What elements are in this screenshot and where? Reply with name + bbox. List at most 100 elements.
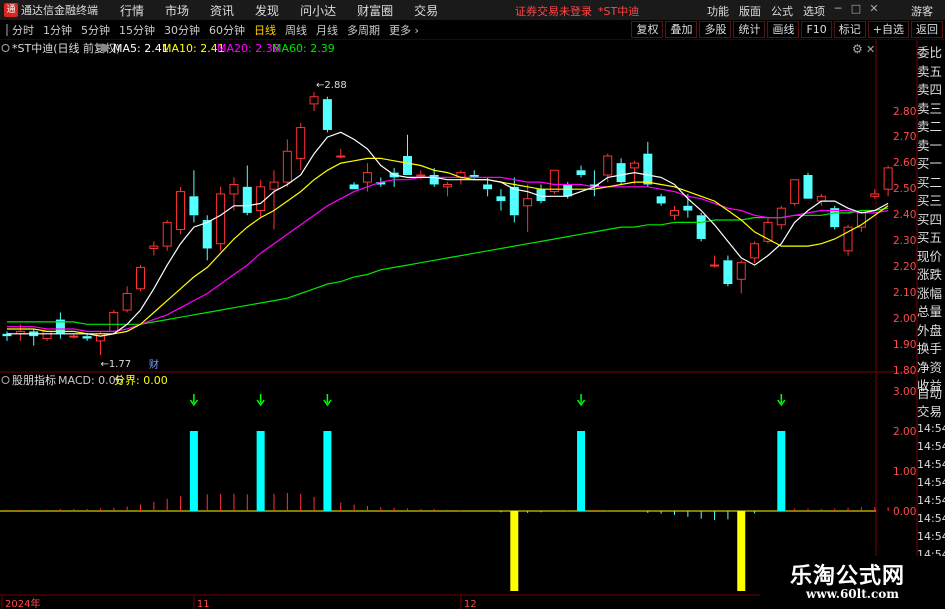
ma-settings-icon[interactable] <box>100 44 109 52</box>
candle-body <box>883 167 893 190</box>
candle-body <box>629 162 639 169</box>
ma-line-ma5 <box>7 131 889 337</box>
side-bid4[interactable]: 买四 <box>917 211 945 230</box>
tab-more-label: 更多 <box>389 23 411 37</box>
menu-options[interactable]: 选项 <box>803 3 825 19</box>
side-ask4[interactable]: 卖四 <box>917 81 945 100</box>
guest-label[interactable]: 游客 <box>911 3 933 19</box>
side-ask1[interactable]: 卖一 <box>917 137 945 156</box>
side-bid5[interactable]: 买五 <box>917 229 945 248</box>
tab-intraday[interactable]: 分时 <box>12 22 34 38</box>
side-bid3[interactable]: 买三 <box>917 192 945 211</box>
buy-arrow-icon <box>323 394 332 407</box>
back-button[interactable]: 返回 <box>911 21 943 38</box>
tab-30min[interactable]: 30分钟 <box>164 22 200 38</box>
overlay-button[interactable]: 叠加 <box>665 21 698 38</box>
indicator-title: 股朋指标 <box>12 373 56 387</box>
menu-news[interactable]: 资讯 <box>210 2 234 19</box>
candle <box>656 193 666 206</box>
side-price[interactable]: 现价 <box>917 248 945 267</box>
f10-button[interactable]: F10 <box>801 21 832 38</box>
menu-wealth-circle[interactable]: 财富圈 <box>357 2 393 19</box>
side-bid2[interactable]: 买二 <box>917 174 945 193</box>
main-panel-collapse-icon[interactable] <box>1 44 10 52</box>
candle-body <box>176 191 186 230</box>
menu-ask[interactable]: 问小达 <box>300 2 336 19</box>
statistics-button[interactable]: 统计 <box>733 21 766 38</box>
menu-layout[interactable]: 版面 <box>739 3 761 19</box>
menu-trade[interactable]: 交易 <box>414 2 438 19</box>
candle-body <box>122 292 132 311</box>
candle-body <box>603 155 613 176</box>
candle <box>683 193 693 218</box>
low-price-label: ←1.77 <box>100 359 131 370</box>
tab-1min[interactable]: 1分钟 <box>43 22 72 38</box>
side-turnover[interactable]: 换手 <box>917 340 945 359</box>
chart-close-icon[interactable]: ✕ <box>866 43 875 56</box>
chevron-right-icon: › <box>411 23 419 37</box>
menu-formula[interactable]: 公式 <box>771 3 793 19</box>
legend-ma20: MA20: 2.38 <box>217 42 280 55</box>
side-ask3[interactable]: 卖三 <box>917 100 945 119</box>
candle <box>816 193 826 206</box>
candle-body <box>563 184 573 197</box>
indicator-collapse-icon[interactable] <box>1 376 10 384</box>
indicator-tick: 1.00 <box>893 466 916 478</box>
mark-button[interactable]: 标记 <box>833 21 866 38</box>
candle <box>830 205 840 230</box>
time-axis: 2024年 11 12 <box>1 596 477 609</box>
indicator-tick: 2.00 <box>893 426 916 438</box>
side-outer-volume[interactable]: 外盘 <box>917 322 945 341</box>
candle-body <box>256 186 266 212</box>
chart-settings-icon[interactable]: ⚙ <box>852 42 863 56</box>
candle <box>723 255 733 287</box>
candle <box>710 255 720 268</box>
tab-weekly[interactable]: 周线 <box>285 22 307 38</box>
restore-rights-button[interactable]: 复权 <box>631 21 664 38</box>
menu-function[interactable]: 功能 <box>707 3 729 19</box>
candle <box>55 312 65 339</box>
tab-15min[interactable]: 15分钟 <box>119 22 155 38</box>
side-bid1[interactable]: 买一 <box>917 155 945 174</box>
candle-body <box>750 243 760 259</box>
price-tick: 2.20 <box>893 261 916 273</box>
minimize-icon[interactable]: ─ <box>831 2 845 15</box>
candle-body <box>443 183 453 188</box>
side-change[interactable]: 涨跌 <box>917 266 945 285</box>
menu-discover[interactable]: 发现 <box>255 2 279 19</box>
close-icon[interactable]: ✕ <box>867 2 881 15</box>
candle-body <box>683 205 693 211</box>
side-ask2[interactable]: 卖二 <box>917 118 945 137</box>
tab-more[interactable]: 更多 › <box>389 22 419 38</box>
tab-monthly[interactable]: 月线 <box>316 22 338 38</box>
maximize-icon[interactable]: □ <box>849 2 863 15</box>
candle-body <box>723 260 733 285</box>
chart-svg[interactable]: *ST中迪(日线 前复权) MA5: 2.41 MA10: 2.41 MA20:… <box>0 40 945 609</box>
add-watchlist-button[interactable]: +自选 <box>867 21 909 38</box>
menu-quotes[interactable]: 行情 <box>120 2 144 19</box>
tab-5min[interactable]: 5分钟 <box>81 22 110 38</box>
chart-area[interactable]: *ST中迪(日线 前复权) MA5: 2.41 MA10: 2.41 MA20:… <box>0 40 945 609</box>
side-ask5[interactable]: 卖五 <box>917 63 945 82</box>
price-tick: 2.50 <box>893 183 916 195</box>
candle-body <box>616 163 626 183</box>
candle-body <box>509 186 519 216</box>
candle <box>616 158 626 185</box>
tab-60min[interactable]: 60分钟 <box>209 22 245 38</box>
auto-trade-panel[interactable]: 自动 交易 <box>917 385 945 421</box>
side-net-asset[interactable]: 净资 <box>917 359 945 378</box>
buy-arrow-icon <box>777 394 786 407</box>
side-bid-ratio[interactable]: 委比 <box>917 44 945 63</box>
draw-line-button[interactable]: 画线 <box>767 21 800 38</box>
tab-daily[interactable]: 日线 <box>254 22 276 38</box>
side-volume[interactable]: 总量 <box>917 303 945 322</box>
candle-body <box>349 184 359 190</box>
candle-body <box>282 150 292 183</box>
candle <box>242 165 252 216</box>
trade-time: 14:54 <box>917 530 945 543</box>
candle <box>162 220 172 251</box>
multi-stock-button[interactable]: 多股 <box>699 21 732 38</box>
side-change-pct[interactable]: 涨幅 <box>917 285 945 304</box>
tab-multi-period[interactable]: 多周期 <box>347 22 380 38</box>
menu-market[interactable]: 市场 <box>165 2 189 19</box>
